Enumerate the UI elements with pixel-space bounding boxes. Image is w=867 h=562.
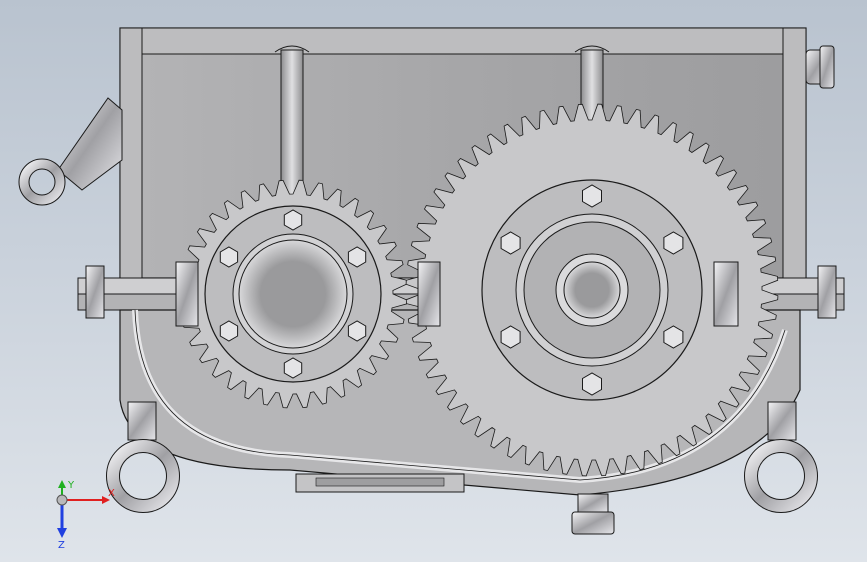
hex-bolt-icon bbox=[219, 320, 239, 342]
hex-bolt-icon bbox=[582, 372, 602, 396]
cad-viewport[interactable]: X Y Z bbox=[0, 0, 867, 562]
axis-triad: X Y Z bbox=[56, 480, 115, 550]
lifting-eye-top-left bbox=[18, 97, 123, 206]
y-axis-label: Y bbox=[67, 480, 75, 491]
hex-bolt-icon bbox=[582, 184, 602, 208]
hex-bolt-icon bbox=[283, 357, 303, 379]
hex-bolt-icon bbox=[500, 325, 521, 349]
hex-bolt-icon bbox=[500, 231, 521, 255]
z-axis-label: Z bbox=[58, 540, 65, 550]
inspection-cover bbox=[295, 473, 465, 493]
right-bearing-cover bbox=[481, 179, 703, 401]
hex-bolt-icon bbox=[663, 231, 684, 255]
hex-bolt-icon bbox=[219, 246, 239, 268]
left-bearing-cover bbox=[204, 205, 382, 383]
bolt-top-right bbox=[805, 45, 835, 89]
hex-bolt-icon bbox=[347, 320, 367, 342]
hex-bolt-icon bbox=[347, 246, 367, 268]
hex-bolt-icon bbox=[663, 325, 684, 349]
x-axis-label: X bbox=[108, 488, 115, 499]
drain-plug bbox=[571, 493, 615, 535]
hex-bolt-icon bbox=[283, 209, 303, 231]
gearbox-model[interactable] bbox=[0, 0, 867, 562]
